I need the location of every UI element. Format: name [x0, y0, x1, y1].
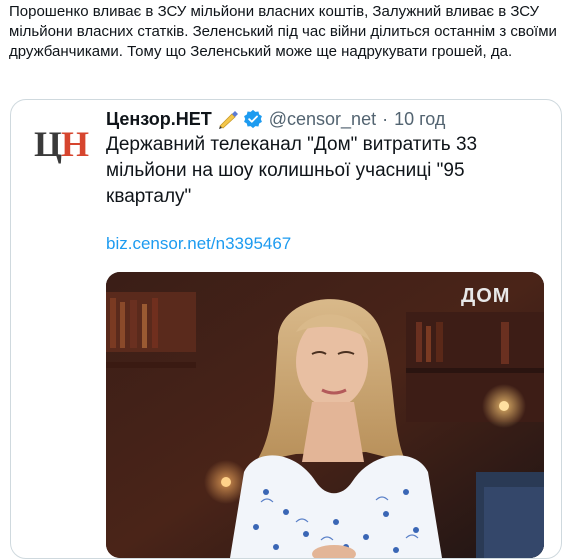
avatar[interactable]: Ц Н [29, 110, 93, 174]
timestamp[interactable]: 10 год [394, 109, 445, 130]
display-name[interactable]: Цензор.НЕТ [106, 109, 212, 130]
writing-hand-icon [218, 109, 240, 129]
logo-letter-n: Н [61, 124, 89, 164]
quoted-tweet-card[interactable]: Ц Н Цензор.НЕТ @censor_net · 10 год Держ… [10, 99, 562, 559]
quote-header: Цензор.НЕТ @censor_net · 10 год [106, 106, 445, 132]
article-link[interactable]: biz.censor.net/n3395467 [106, 234, 291, 254]
tv-show-photo: ДОМ [106, 272, 544, 558]
post-text: Порошенко вливає в ЗСУ мільйони власних … [9, 3, 557, 60]
verified-badge-icon[interactable] [243, 109, 263, 129]
media-image[interactable]: ДОМ [106, 272, 544, 558]
quote-text: Державний телеканал "Дом" витратить 33 м… [106, 134, 478, 207]
handle[interactable]: @censor_net [269, 109, 376, 130]
channel-watermark: ДОМ [461, 285, 510, 307]
censor-logo-icon: Ц Н [34, 124, 89, 164]
separator-dot: · [382, 108, 389, 129]
logo-letter-ts: Ц [34, 124, 62, 164]
